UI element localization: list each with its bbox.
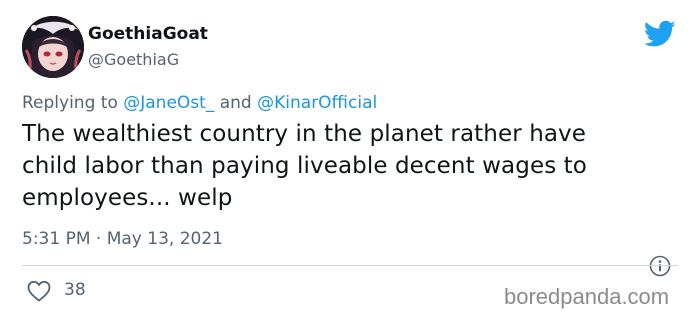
author-avatar[interactable] bbox=[22, 16, 84, 78]
watermark: boredpanda.com bbox=[504, 284, 670, 309]
anime-character-avatar-icon bbox=[22, 16, 84, 78]
tweet-text-line: child labor than paying liveable decent … bbox=[22, 153, 587, 179]
tweet-text: The wealthiest country in the planet rat… bbox=[22, 118, 682, 214]
replying-conjunction: and bbox=[219, 93, 252, 113]
info-icon[interactable] bbox=[649, 255, 671, 277]
mention-link[interactable]: @KinarOfficial bbox=[257, 93, 377, 113]
tweet-text-line: The wealthiest country in the planet rat… bbox=[22, 121, 587, 147]
tweet-text-line: employees... welp bbox=[22, 185, 233, 211]
author-display-name[interactable]: GoethiaGoat bbox=[88, 24, 208, 44]
like-count: 38 bbox=[64, 280, 86, 300]
tweet-timestamp[interactable]: 5:31 PM · May 13, 2021 bbox=[22, 229, 223, 249]
heart-icon[interactable] bbox=[26, 279, 52, 303]
mention-link[interactable]: @JaneOst_ bbox=[123, 93, 214, 113]
divider bbox=[22, 265, 678, 266]
twitter-bird-icon[interactable] bbox=[643, 20, 676, 48]
replying-prefix: Replying to bbox=[22, 93, 118, 113]
tweet-card: GoethiaGoat @GoethiaG Replying to @JaneO… bbox=[0, 0, 700, 317]
author-handle[interactable]: @GoethiaG bbox=[88, 50, 179, 69]
replying-to: Replying to @JaneOst_ and @KinarOfficial bbox=[22, 93, 377, 113]
